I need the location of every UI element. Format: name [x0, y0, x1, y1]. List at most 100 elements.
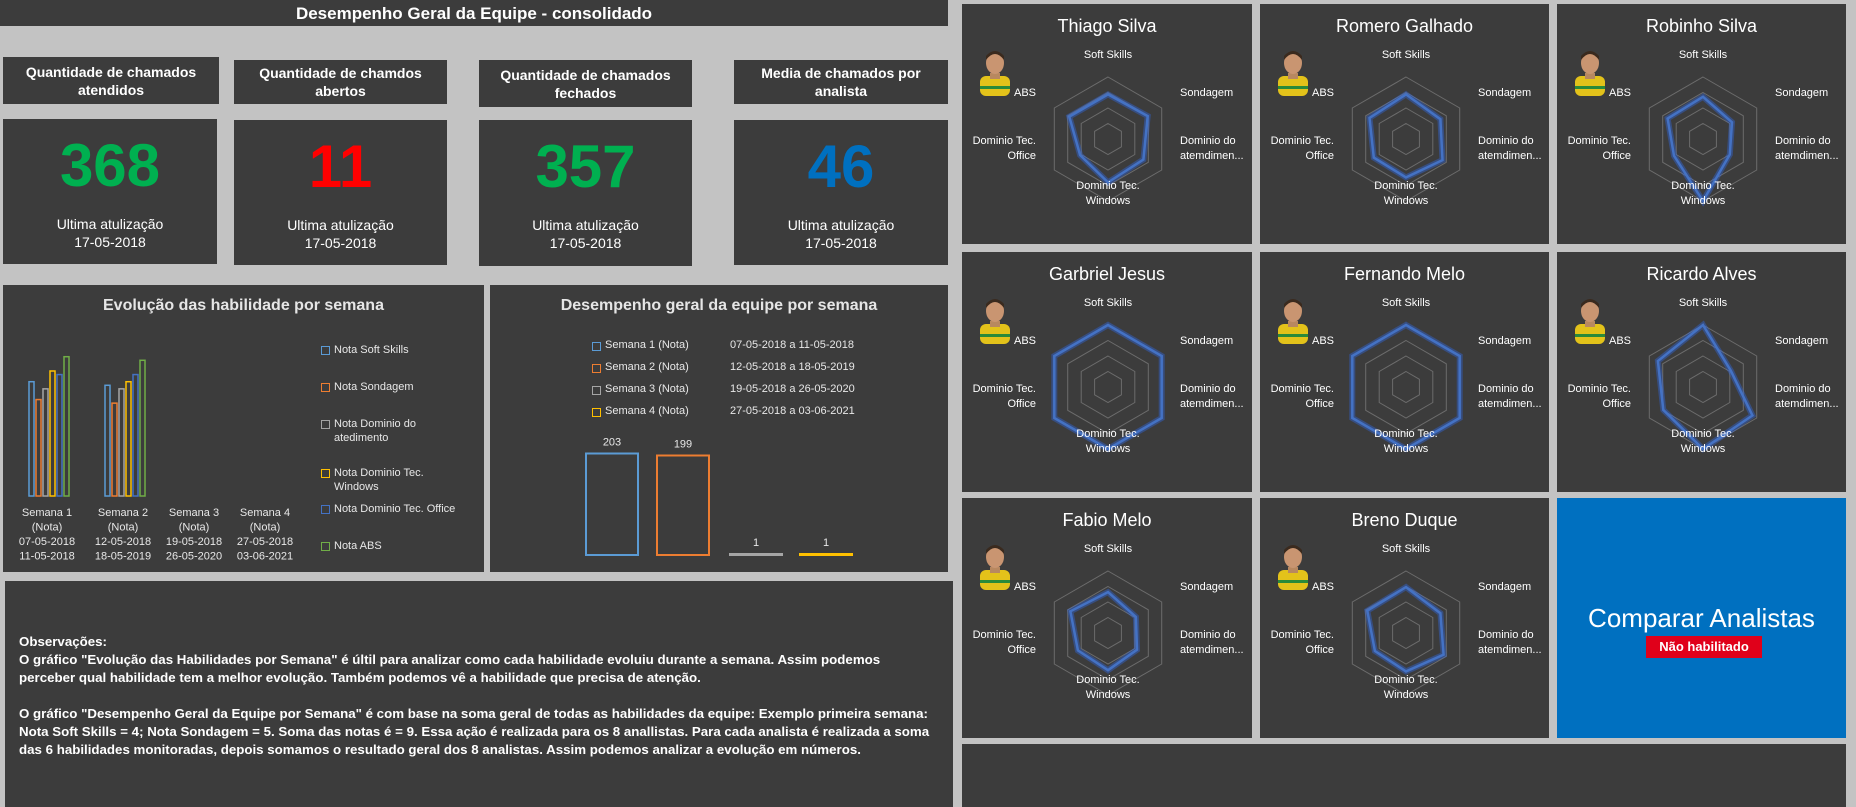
radar-gridline	[1365, 585, 1447, 681]
analyst-radar-card[interactable]: Robinho Silva Soft Skills Sondagem Dominio …	[1557, 4, 1846, 244]
radar-axis-label: Office	[1602, 150, 1631, 162]
kpi-update-date: 17-05-2018	[805, 235, 877, 251]
radar-axis-label: Dominio Tec.	[1271, 383, 1334, 395]
kpi-header-atendidos: Quantidade de chamados atendidos	[3, 57, 219, 104]
team-bar-value: 199	[674, 439, 692, 451]
radar-axis-label: Sondagem	[1478, 335, 1531, 347]
radar-axis-label: Dominio Tec.	[1271, 135, 1334, 147]
evolution-chart-panel: Evolução das habilidade por semana Seman…	[3, 285, 484, 572]
radar-gridline	[1689, 370, 1717, 404]
radar-axis-label: Windows	[1384, 443, 1429, 455]
legend-swatch	[321, 420, 330, 429]
radar-axis-label: Office	[1305, 150, 1334, 162]
analyst-radar-card[interactable]: Romero Galhado Soft Skills Sondagem Dominio…	[1260, 4, 1549, 244]
evolution-category-label: Semana 3	[169, 507, 219, 519]
radar-axis-label: Soft Skills	[1084, 543, 1133, 555]
radar-axis-label: atemdimen...	[1478, 150, 1542, 162]
analyst-radar-card[interactable]: Fernando Melo Soft Skills Sondagem Dominio …	[1260, 252, 1549, 492]
team-bar-value: 203	[603, 437, 621, 449]
radar-axis-label: atemdimen...	[1775, 150, 1839, 162]
evolution-category-label: 19-05-2018	[166, 536, 222, 548]
radar-axis-label: ABS	[1014, 87, 1036, 99]
compare-analysts-button[interactable]: Comparar Analistas Não habilitado	[1557, 498, 1846, 738]
radar-axis-label: Office	[1007, 644, 1036, 656]
team-bar-value: 1	[753, 537, 759, 549]
kpi-card-atendidos: 368 Ultima atulização 17-05-2018	[3, 119, 217, 264]
radar-gridline	[1675, 107, 1731, 171]
radar-axis-label: Dominio Tec.	[1076, 180, 1139, 192]
kpi-update-label: Ultima atulização	[287, 217, 394, 233]
legend-swatch	[321, 383, 330, 392]
radar-axis-label: Dominio Tec.	[973, 135, 1036, 147]
radar-axis-label: Sondagem	[1180, 581, 1233, 593]
evolution-category-label: Semana 2	[98, 507, 148, 519]
evolution-bar	[125, 380, 132, 497]
radar-axis-label: Windows	[1086, 443, 1131, 455]
radar-gridline	[1080, 355, 1136, 419]
evolution-category-label: 11-05-2018	[19, 551, 74, 563]
radar-axis-label: Dominio do	[1180, 383, 1236, 395]
evolution-chart: Semana 1 (Nota) 07-05-2018 11-05-2018 Semana…	[19, 355, 293, 563]
radar-axis-label: Dominio do	[1775, 135, 1831, 147]
radar-axis-label: Soft Skills	[1084, 49, 1133, 61]
empty-panel	[962, 744, 1846, 807]
radar-axis-label: Sondagem	[1478, 87, 1531, 99]
team-chart: 203 199 1 1	[585, 437, 853, 556]
kpi-update-label: Ultima atulização	[532, 217, 639, 233]
kpi-header-abertos: Quantidade de chamdos abertos	[234, 60, 447, 104]
analyst-radar-card[interactable]: Fabio Melo Soft Skills Sondagem Dominio do a…	[962, 498, 1252, 738]
evolution-bar	[49, 370, 56, 497]
evolution-legend-item: Nota Soft Skills	[321, 343, 471, 357]
evolution-category-label: 26-05-2020	[166, 551, 222, 563]
analyst-radar-card[interactable]: Ricardo Alves Soft Skills Sondagem Dominio …	[1557, 252, 1846, 492]
radar-axis-label: Office	[1305, 644, 1334, 656]
radar-axis-label: Windows	[1086, 689, 1131, 701]
radar-axis-label: Sondagem	[1180, 335, 1233, 347]
evolution-legend-item: Nota ABS	[321, 539, 471, 553]
analyst-radar-card[interactable]: Garbriel Jesus Soft Skills Sondagem Dominio…	[962, 252, 1252, 492]
radar-axis-label: atemdimen...	[1180, 644, 1244, 656]
radar-axis-label: Dominio do	[1180, 629, 1236, 641]
evolution-category-label: (Nota)	[250, 522, 281, 534]
radar-axis-label: Windows	[1086, 195, 1131, 207]
evolution-legend-item: Nota Dominio Tec. Windows	[321, 466, 471, 494]
radar-series-glow	[1067, 588, 1141, 674]
radar-gridline	[1378, 107, 1434, 171]
analyst-radar-card[interactable]: Thiago Silva Soft Skills Sondagem Dominio d…	[962, 4, 1252, 244]
observation-paragraph-1: O gráfico "Evolução das Habilidades por …	[19, 652, 881, 685]
radar-gridline	[1365, 91, 1447, 187]
evolution-legend-item: Nota Sondagem	[321, 380, 471, 394]
radar-axis-label: Dominio Tec.	[1076, 674, 1139, 686]
analyst-radar-card[interactable]: Breno Duque Soft Skills Sondagem Dominio do…	[1260, 498, 1549, 738]
dashboard-title: Desempenho Geral da Equipe - consolidado	[0, 0, 948, 26]
evolution-legend-label: Nota Sondagem	[334, 381, 414, 393]
kpi-value-fechados: 357	[535, 133, 636, 200]
radar-axis-label: Dominio Tec.	[1374, 180, 1437, 192]
radar-axis-label: Windows	[1681, 195, 1726, 207]
radar-axis-label: Dominio Tec.	[1076, 428, 1139, 440]
evolution-bar	[111, 402, 118, 497]
radar-axis-label: Soft Skills	[1084, 297, 1133, 309]
evolution-bar	[118, 388, 125, 497]
team-bar-value: 1	[823, 537, 829, 549]
radar-gridline	[1392, 122, 1420, 156]
radar-gridline	[1378, 601, 1434, 665]
radar-axis-label: Soft Skills	[1679, 49, 1728, 61]
radar-axis-label: Windows	[1384, 689, 1429, 701]
legend-swatch	[321, 542, 330, 551]
evolution-legend-label: Nota ABS	[334, 540, 382, 552]
radar-gridline	[1094, 616, 1122, 650]
evolution-category-label: 12-05-2018	[95, 536, 151, 548]
radar-gridline	[1365, 339, 1447, 435]
radar-axis-label: Dominio Tec.	[1271, 629, 1334, 641]
evolution-category-label: 18-05-2019	[95, 551, 151, 563]
radar-axis-label: ABS	[1014, 581, 1036, 593]
radar-axis-label: atemdimen...	[1180, 398, 1244, 410]
evolution-bar	[28, 380, 35, 497]
radar-axis-label: Office	[1007, 398, 1036, 410]
evolution-bar	[132, 373, 139, 497]
kpi-card-media: 46 Ultima atulização 17-05-2018	[734, 120, 948, 265]
evolution-legend-item: Nota Dominio do atedimento	[321, 417, 471, 445]
evolution-bar	[35, 398, 42, 497]
evolution-category-label: Semana 4	[240, 507, 290, 519]
